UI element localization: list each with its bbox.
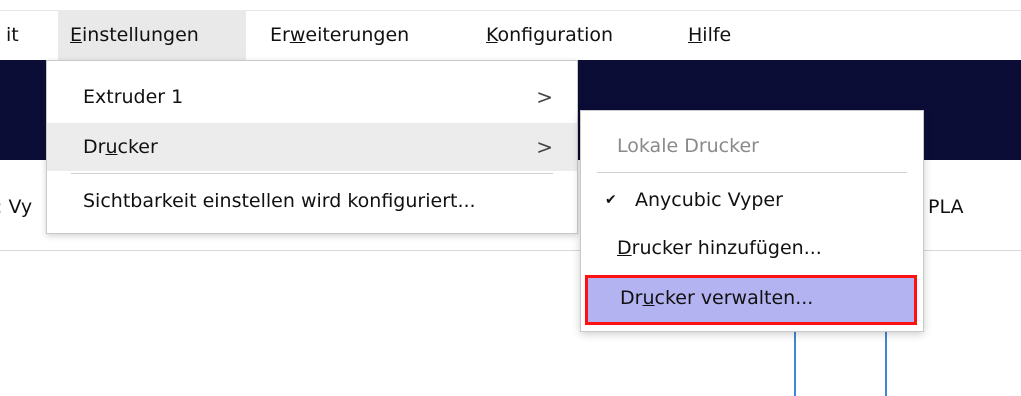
submenu-section-local-printers: Lokale Drucker <box>581 123 923 169</box>
settings-dropdown-menu: Extruder 1 > Drucker > Sichtbarkeit eins… <box>46 60 578 234</box>
menu-item-drucker-label-pre: Dr <box>83 136 106 158</box>
add-printer-mnemonic: D <box>617 237 632 259</box>
menu-konfiguration-mnemonic: K <box>486 24 498 46</box>
section-header-label: Lokale Drucker <box>617 135 759 157</box>
manage-printers-label-pre: Dr <box>620 287 643 309</box>
submenu-separator <box>597 172 907 173</box>
menu-einstellungen-mnemonic: E <box>70 24 83 46</box>
printer-item-label: Anycubic Vyper <box>635 189 783 211</box>
menu-hilfe-label: ilfe <box>702 24 732 46</box>
menu-ansicht-label: it <box>6 24 19 46</box>
menu-einstellungen-label: instellungen <box>82 24 199 46</box>
menu-erweiterungen-mnemonic: w <box>289 24 306 46</box>
menu-item-sichtbarkeit[interactable]: Sichtbarkeit einstellen wird konfigurier… <box>47 177 577 225</box>
check-icon: ✔ <box>605 192 617 208</box>
menu-item-extruder-1[interactable]: Extruder 1 > <box>47 73 577 121</box>
menu-hilfe-mnemonic: H <box>688 24 703 46</box>
printer-selector-text[interactable]: : Vy <box>0 196 32 218</box>
menu-bar: it Einstellungen Erweiterungen Konfigura… <box>0 10 1021 60</box>
manage-printers-label: cker verwalten... <box>654 287 814 309</box>
printer-submenu: Lokale Drucker ✔ Anycubic Vyper Drucker … <box>580 110 924 332</box>
menu-einstellungen[interactable]: Einstellungen <box>58 10 246 60</box>
chevron-right-icon: > <box>536 85 553 109</box>
menu-item-drucker-label: cker <box>117 136 158 158</box>
menu-erweiterungen[interactable]: Erweiterungen <box>258 10 421 60</box>
printer-item-anycubic-vyper[interactable]: ✔ Anycubic Vyper <box>581 177 923 223</box>
add-printer-label: rucker hinzufügen... <box>631 237 822 259</box>
menu-ansicht[interactable]: it <box>0 10 31 60</box>
material-selector-text[interactable]: PLA <box>928 196 963 218</box>
menu-separator <box>71 173 553 174</box>
menu-item-sichtbarkeit-label: Sichtbarkeit einstellen wird konfigurier… <box>83 190 476 212</box>
menu-item-drucker-mnemonic: u <box>105 136 118 158</box>
menu-hilfe[interactable]: Hilfe <box>676 10 743 60</box>
manage-printers-item[interactable]: Drucker verwalten... <box>585 275 917 325</box>
menu-konfiguration[interactable]: Konfiguration <box>474 10 625 60</box>
add-printer-item[interactable]: Drucker hinzufügen... <box>581 225 923 271</box>
menu-konfiguration-label: onfiguration <box>497 24 614 46</box>
manage-printers-mnemonic: u <box>642 287 655 309</box>
menu-erweiterungen-label: eiterungen <box>305 24 410 46</box>
viewport-edge-line-left <box>794 331 796 396</box>
chevron-right-icon: > <box>536 135 553 159</box>
menu-item-drucker[interactable]: Drucker > <box>47 123 577 171</box>
menu-item-extruder-1-label: Extruder 1 <box>83 86 184 108</box>
viewport-edge-line-right <box>885 331 887 396</box>
menu-erweiterungen-label-pre: Er <box>270 24 290 46</box>
